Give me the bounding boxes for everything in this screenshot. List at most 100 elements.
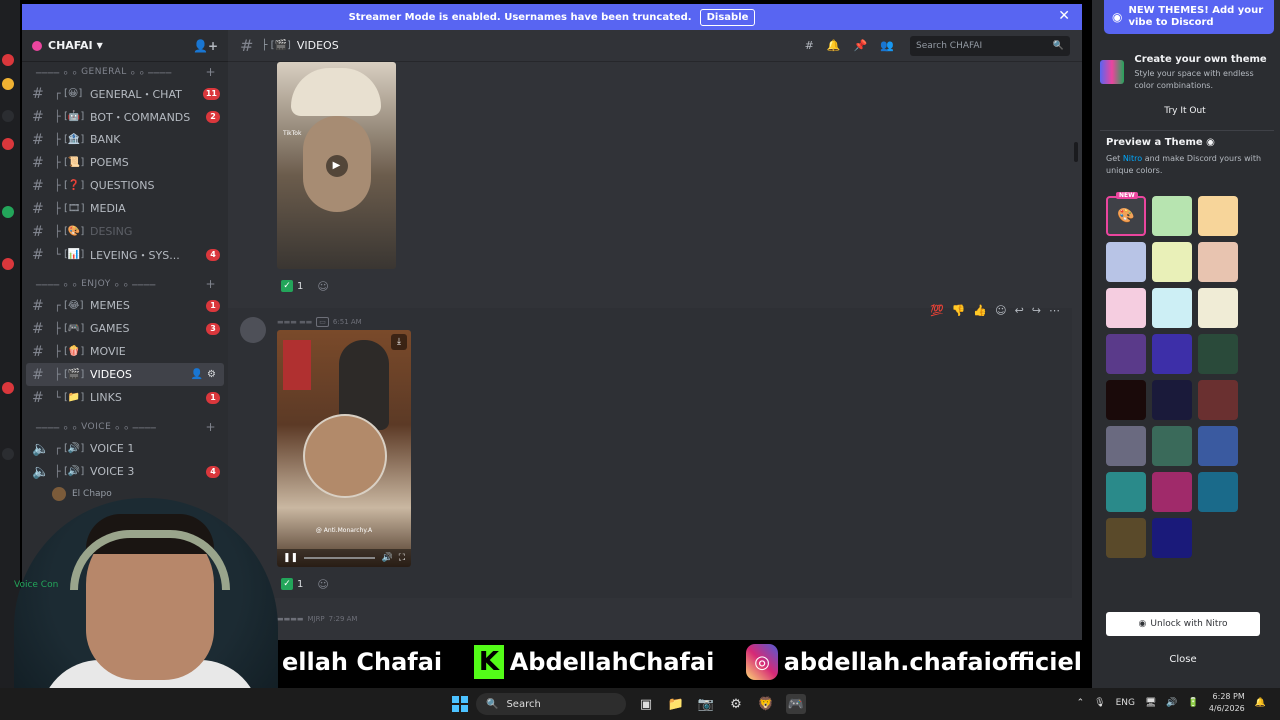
guild-header[interactable]: CHAFAI ▼ 👤+ (22, 30, 228, 62)
category-enjoy[interactable]: ──── ⸰ ⸰ ENJOY ⸰ ⸰ ──── + (22, 274, 228, 294)
add-channel-icon[interactable]: + (205, 65, 216, 79)
server-icon[interactable] (2, 54, 14, 66)
volume-icon[interactable]: 🔊 (381, 553, 392, 563)
server-icon[interactable] (2, 138, 14, 150)
close-button[interactable]: Close (1106, 648, 1260, 670)
channel-poems[interactable]: # ├ [📜] POEMS (22, 151, 228, 174)
add-reaction-icon[interactable]: ☺ (995, 304, 1006, 317)
category-general[interactable]: ──── ⸰ ⸰ GENERAL ⸰ ⸰ ──── + (22, 62, 228, 82)
language-indicator[interactable]: ENG (1116, 698, 1135, 708)
task-view-icon[interactable]: ▣ (636, 694, 656, 714)
close-icon[interactable]: ✕ (1058, 8, 1070, 24)
pin-icon[interactable]: 📌 (854, 39, 868, 52)
theme-swatch[interactable] (1152, 426, 1192, 466)
add-reaction-icon[interactable]: ☺ (317, 280, 328, 293)
theme-swatch[interactable] (1106, 334, 1146, 374)
server-icon[interactable] (2, 382, 14, 394)
avatar[interactable] (240, 317, 266, 343)
channel-questions[interactable]: # ├ [❓] QUESTIONS (22, 174, 228, 197)
theme-swatch[interactable] (1106, 380, 1146, 420)
channel-bank[interactable]: # ├ [🏦] BANK (22, 128, 228, 151)
server-icon[interactable] (2, 110, 14, 122)
reply-icon[interactable]: ↩ (1015, 304, 1024, 317)
microphone-icon[interactable]: 🎙 (1094, 698, 1105, 708)
new-themes-banner[interactable]: ◉ NEW THEMES! Add your vibe to Discord (1104, 0, 1274, 34)
chevron-up-icon[interactable]: ⌃ (1077, 698, 1085, 708)
theme-swatch[interactable] (1198, 196, 1238, 236)
channel-voice-3[interactable]: 🔈 ├ [🔊] VOICE 3 4 (22, 460, 228, 483)
server-icon[interactable] (2, 78, 14, 90)
network-icon[interactable]: 🖥 (1145, 698, 1156, 708)
channel-movie[interactable]: # ├ [🍿] MOVIE (22, 340, 228, 363)
video-attachment[interactable]: TikTok ▶ (277, 62, 396, 269)
download-icon[interactable]: ⤓ (391, 334, 407, 350)
channel-links[interactable]: # └ [📁] LINKS 1 (22, 386, 228, 409)
channel-desing[interactable]: # ├ [🎨] DESING (22, 220, 228, 243)
theme-swatch[interactable] (1152, 196, 1192, 236)
theme-swatch[interactable] (1152, 472, 1192, 512)
channel-leveing-sys[interactable]: # └ [📊] LEVEING・SYS... 4 (22, 243, 228, 266)
theme-swatch[interactable] (1152, 380, 1192, 420)
taskbar-search[interactable]: 🔍 Search (476, 693, 626, 715)
notification-icon[interactable]: 🔔 (1255, 698, 1266, 708)
theme-swatch[interactable] (1198, 334, 1238, 374)
camera-icon[interactable]: 📷 (696, 694, 716, 714)
theme-swatch[interactable] (1152, 518, 1192, 558)
category-voice[interactable]: ──── ⸰ ⸰ VOICE ⸰ ⸰ ──── + (22, 417, 228, 437)
fullscreen-icon[interactable]: ⛶ (399, 553, 405, 563)
add-member-icon[interactable]: 👤+ (193, 39, 218, 53)
brave-browser-icon[interactable]: 🦁 (756, 694, 776, 714)
server-icon[interactable] (2, 206, 14, 218)
discord-icon[interactable]: 🎮 (786, 694, 806, 714)
theme-swatch[interactable] (1106, 426, 1146, 466)
app-icon[interactable]: ⚙ (726, 694, 746, 714)
thumbs-up-icon[interactable]: 👍 (973, 304, 987, 317)
forward-icon[interactable]: ↪ (1032, 304, 1041, 317)
threads-icon[interactable]: # (805, 39, 814, 52)
members-icon[interactable]: 👥 (880, 39, 894, 52)
theme-swatch[interactable] (1198, 472, 1238, 512)
thumbs-down-icon[interactable]: 👎 (952, 304, 966, 317)
channel-memes[interactable]: # ┌ [😂] MEMES 1 (22, 294, 228, 317)
more-icon[interactable]: ⋯ (1049, 304, 1060, 317)
add-channel-icon[interactable]: + (205, 277, 216, 291)
file-explorer-icon[interactable]: 📁 (666, 694, 686, 714)
custom-theme-swatch[interactable]: NEW 🎨 (1106, 192, 1146, 236)
channel-bot-commands[interactable]: # ├ [🤖] BOT・COMMANDS 2 (22, 105, 228, 128)
volume-icon[interactable]: 🔊 (1166, 698, 1177, 708)
theme-swatch[interactable] (1198, 242, 1238, 282)
theme-swatch[interactable] (1106, 472, 1146, 512)
channel-videos[interactable]: # ├ [🎬] VIDEOS 👤 ⚙ (26, 363, 224, 386)
channel-voice-1[interactable]: 🔈 ┌ [🔊] VOICE 1 (22, 437, 228, 460)
reaction-icon[interactable]: 💯 (930, 304, 944, 317)
theme-swatch[interactable] (1152, 334, 1192, 374)
theme-swatch[interactable] (1106, 288, 1146, 328)
nitro-link[interactable]: Nitro (1123, 154, 1142, 163)
channel-games[interactable]: # ├ [🎮] GAMES 3 (22, 317, 228, 340)
theme-swatch[interactable] (1198, 426, 1238, 466)
clock[interactable]: 6:28 PM 4/6/2026 (1209, 691, 1245, 715)
bell-icon[interactable]: 🔔 (827, 39, 841, 52)
server-icon[interactable] (2, 258, 14, 270)
theme-swatch[interactable] (1152, 242, 1192, 282)
disable-button[interactable]: Disable (699, 8, 756, 26)
theme-swatch[interactable] (1106, 518, 1146, 558)
channel-media[interactable]: # ├ [🎞] MEDIA (22, 197, 228, 220)
theme-swatch[interactable] (1106, 242, 1146, 282)
invite-icon[interactable]: 👤 (191, 369, 203, 380)
theme-swatch[interactable] (1198, 380, 1238, 420)
channel-general-chat[interactable]: # ┌ [😀] GENERAL・CHAT 11 (22, 82, 228, 105)
unlock-nitro-button[interactable]: ◉ Unlock with Nitro (1106, 612, 1260, 636)
add-channel-icon[interactable]: + (205, 420, 216, 434)
battery-icon[interactable]: 🔋 (1188, 698, 1199, 708)
username[interactable]: ▬▬▬ ▬▬ (277, 318, 312, 326)
play-icon[interactable]: ▶ (325, 154, 348, 177)
windows-start-icon[interactable] (452, 696, 468, 712)
scrollbar[interactable] (1074, 142, 1078, 162)
search-input[interactable]: Search CHAFAI 🔍 (910, 35, 1070, 56)
check-reaction-icon[interactable]: ✓ (281, 280, 293, 292)
theme-swatch[interactable] (1152, 288, 1192, 328)
server-icon[interactable] (2, 448, 14, 460)
theme-swatch[interactable] (1198, 288, 1238, 328)
gear-icon[interactable]: ⚙ (207, 369, 216, 380)
